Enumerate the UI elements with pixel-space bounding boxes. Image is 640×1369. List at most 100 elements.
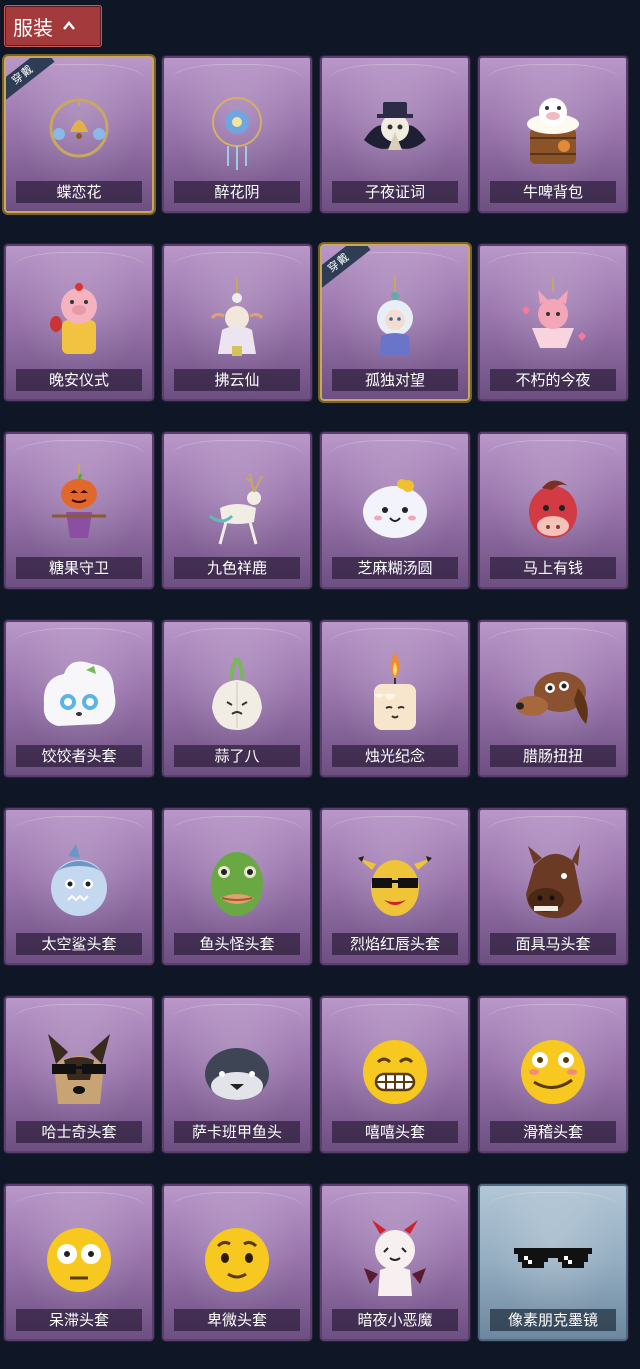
costume-name: 不朽的今夜 [490,369,616,391]
costume-card[interactable]: 牛啤背包 [478,56,628,213]
costume-card[interactable]: 面具马头套 [478,808,628,965]
costume-thumbnail [34,1212,124,1302]
costume-thumbnail [350,836,440,926]
grin-emoji-icon [363,1040,427,1104]
funny-emoji-icon [521,1040,585,1104]
costume-thumbnail [508,460,598,550]
chevron-up-icon [63,21,75,30]
costume-thumbnail [192,272,282,362]
costume-thumbnail [508,1212,598,1302]
costume-name: 哈士奇头套 [16,1121,142,1143]
costume-thumbnail [192,1212,282,1302]
costume-thumbnail [350,1212,440,1302]
costume-name: 烈焰红唇头套 [332,933,458,955]
costume-name: 九色祥鹿 [174,557,300,579]
costume-name: 子夜证词 [332,181,458,203]
fox-bowl-icon [522,278,586,348]
costume-card[interactable]: 不朽的今夜 [478,244,628,401]
horse-mask-icon [526,844,582,919]
dumpling-icon [363,479,427,538]
costume-card[interactable]: 卑微头套 [162,1184,312,1341]
costume-card[interactable]: 拂云仙 [162,244,312,401]
costume-name: 萨卡班甲鱼头 [174,1121,300,1143]
costume-card[interactable]: 蒜了八 [162,620,312,777]
costume-card[interactable]: 饺饺者头套 [4,620,154,777]
costume-name: 烛光纪念 [332,745,458,767]
bell-ornament-icon [49,98,109,158]
costume-name: 像素朋克墨镜 [490,1309,616,1331]
costume-card[interactable]: 糖果守卫 [4,432,154,589]
costume-name: 糖果守卫 [16,557,142,579]
costume-thumbnail [350,1024,440,1114]
candle-icon [374,652,416,730]
costume-category-toggle[interactable]: 服装 [4,5,102,47]
costume-name: 卑微头套 [174,1309,300,1331]
costume-card[interactable]: 子夜证词 [320,56,470,213]
costume-thumbnail [192,1024,282,1114]
costume-name: 嘻嘻头套 [332,1121,458,1143]
costume-card[interactable]: 芝麻糊汤圆 [320,432,470,589]
costume-card[interactable]: 穿戴 蝶恋花 [4,56,154,213]
fish-head-round-icon [205,1048,269,1100]
costume-name: 暗夜小恶魔 [332,1309,458,1331]
costume-thumbnail [34,460,124,550]
costume-card[interactable]: 烛光纪念 [320,620,470,777]
stunned-emoji-icon [47,1228,111,1292]
costume-name: 牛啤背包 [490,181,616,203]
costume-card[interactable]: 嘻嘻头套 [320,996,470,1153]
costume-name: 面具马头套 [490,933,616,955]
costume-card[interactable]: 哈士奇头套 [4,996,154,1153]
costume-card[interactable]: 像素朋克墨镜 [478,1184,628,1341]
doll-charm-icon [377,276,413,356]
costume-name: 晚安仪式 [16,369,142,391]
costume-card[interactable]: 马上有钱 [478,432,628,589]
costume-name: 呆滞头套 [16,1309,142,1331]
pumpkin-scarecrow-icon [52,464,106,538]
little-devil-icon [364,1220,426,1296]
costume-card[interactable]: 呆滞头套 [4,1184,154,1341]
costume-thumbnail [192,84,282,174]
costume-name: 孤独对望 [332,369,458,391]
costume-card[interactable]: 滑稽头套 [478,996,628,1153]
costume-card[interactable]: 鱼头怪头套 [162,808,312,965]
costume-name: 拂云仙 [174,369,300,391]
dachshund-icon [516,672,588,724]
costume-thumbnail [508,836,598,926]
costume-thumbnail [192,836,282,926]
costume-name: 醉花阴 [174,181,300,203]
costume-thumbnail [34,836,124,926]
pixel-sunglasses-icon [514,1248,592,1268]
plague-doctor-icon [364,102,426,150]
costume-card[interactable]: 太空鲨头套 [4,808,154,965]
garlic-icon [212,656,262,730]
pig-doll-icon [50,283,97,354]
costume-name: 马上有钱 [490,557,616,579]
costume-card[interactable]: 暗夜小恶魔 [320,1184,470,1341]
costume-card[interactable]: 穿戴 孤独对望 [320,244,470,401]
costume-thumbnail [192,648,282,738]
costume-card[interactable]: 九色祥鹿 [162,432,312,589]
fish-head-icon [211,852,263,916]
costume-card[interactable]: 腊肠扭扭 [478,620,628,777]
costume-thumbnail [508,1024,598,1114]
costume-name: 太空鲨头套 [16,933,142,955]
costume-thumbnail [350,648,440,738]
pikachu-head-icon [358,856,432,916]
costume-thumbnail [192,460,282,550]
dumpling-head-icon [43,661,116,726]
costume-card[interactable]: 萨卡班甲鱼头 [162,996,312,1153]
costume-thumbnail [350,272,440,362]
flower-dreamcatcher-icon [212,97,262,170]
costume-thumbnail [508,84,598,174]
costume-thumbnail [34,1024,124,1114]
costume-thumbnail [34,84,124,174]
costume-grid: 穿戴 蝶恋花 醉花阴 子夜证词 牛啤背包晚安仪式 拂云仙 穿戴 孤独对望 不朽的今夜糖果守卫 九色… [4,56,636,1341]
costume-name: 芝麻糊汤圆 [332,557,458,579]
costume-name: 饺饺者头套 [16,745,142,767]
deer-icon [209,473,263,545]
costume-card[interactable]: 烈焰红唇头套 [320,808,470,965]
costume-name: 蝶恋花 [16,181,142,203]
costume-name: 腊肠扭扭 [490,745,616,767]
costume-card[interactable]: 晚安仪式 [4,244,154,401]
costume-card[interactable]: 醉花阴 [162,56,312,213]
